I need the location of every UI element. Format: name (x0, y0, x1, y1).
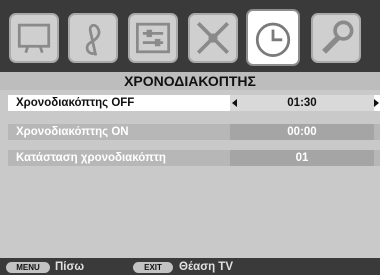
menu-tab-bar (0, 0, 380, 72)
timer-off-row[interactable]: Χρονοδιακόπτης OFF 01:30 (8, 95, 380, 111)
back-hint: Πίσω (55, 261, 85, 273)
timer-clock-icon (255, 22, 291, 57)
arrow-right-icon[interactable] (374, 99, 379, 107)
tab-channel[interactable] (128, 13, 178, 63)
timer-off-value[interactable]: 01:30 (230, 95, 374, 111)
menu-key-badge[interactable]: MENU (6, 262, 50, 273)
footer-hint-bar: MENU Πίσω EXIT Θέαση TV (0, 258, 380, 275)
timer-on-label: Χρονοδιακόπτης ON (16, 126, 129, 138)
watch-tv-hint: Θέαση TV (179, 261, 233, 273)
timer-menu-screen: ΧΡΟΝΟΔΙΑΚΟΠΤΗΣ Χρονοδιακόπτης OFF 01:30 … (0, 0, 380, 275)
timer-settings-list: Χρονοδιακόπτης OFF 01:30 Χρονοδιακόπτης … (0, 90, 380, 258)
timer-on-value[interactable]: 00:00 (230, 124, 374, 140)
timer-status-label: Κατάσταση χρονοδιακόπτη (16, 152, 166, 164)
setup-wrench-icon (322, 20, 354, 54)
tab-picture[interactable] (9, 13, 59, 63)
arrow-left-icon[interactable] (232, 99, 237, 107)
features-icon (196, 21, 230, 55)
tab-sound[interactable] (68, 13, 118, 63)
tab-features[interactable] (188, 13, 238, 63)
timer-on-row[interactable]: Χρονοδιακόπτης ON 00:00 (8, 124, 380, 140)
channel-icon (135, 22, 171, 54)
exit-key-badge[interactable]: EXIT (133, 262, 173, 273)
timer-off-label: Χρονοδιακόπτης OFF (16, 97, 135, 109)
menu-title-bar: ΧΡΟΝΟΔΙΑΚΟΠΤΗΣ (0, 72, 380, 90)
timer-status-value[interactable]: 01 (230, 150, 374, 166)
sound-icon (85, 23, 101, 56)
tab-timer[interactable] (246, 9, 300, 66)
tab-setup[interactable] (311, 13, 361, 63)
page-title: ΧΡΟΝΟΔΙΑΚΟΠΤΗΣ (124, 73, 256, 89)
timer-status-row[interactable]: Κατάσταση χρονοδιακόπτη 01 (8, 150, 380, 166)
picture-icon (17, 23, 51, 54)
